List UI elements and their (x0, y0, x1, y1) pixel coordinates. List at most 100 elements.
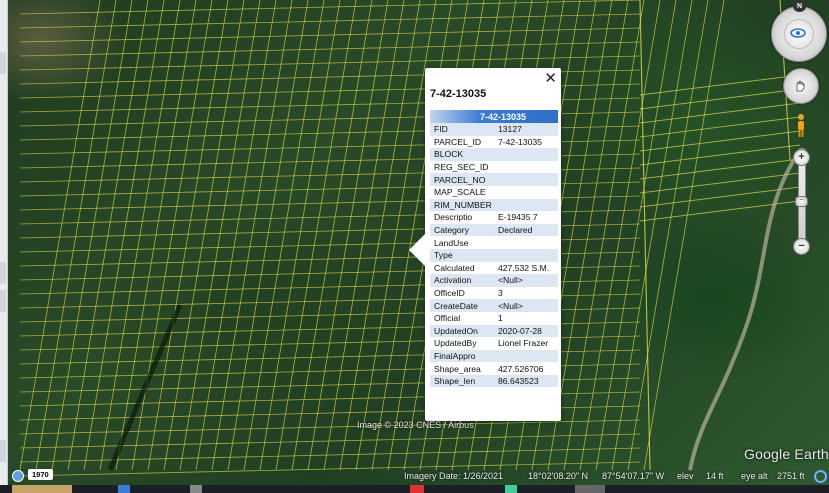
left-panel-edge[interactable] (0, 0, 8, 493)
field-value (494, 173, 558, 186)
parcel-boundary (179, 0, 261, 471)
field-value: 427.526706 (498, 363, 544, 374)
table-row: Type (430, 248, 558, 262)
parcel-boundary (643, 0, 725, 471)
taskbar-app[interactable] (575, 485, 605, 493)
popup-pointer (409, 234, 425, 266)
parcel-boundary (19, 419, 641, 435)
field-name: FID (430, 123, 494, 136)
field-value (494, 148, 558, 161)
field-name: RIM_NUMBER (430, 198, 494, 212)
field-name: REG_SEC_ID (434, 162, 489, 173)
parcel-boundary (323, 0, 405, 471)
imagery-date: Imagery Date: 1/26/2021 (404, 471, 504, 481)
table-row: Descriptio E-19435 7 (430, 211, 558, 224)
compass-control[interactable]: N (771, 1, 829, 62)
table-row: OfficeID 3 (430, 287, 558, 300)
taskbar (0, 485, 829, 493)
panel-tab-marker[interactable] (0, 440, 6, 462)
parcel-boundary (339, 0, 421, 471)
taskbar-app[interactable] (410, 485, 424, 493)
road (688, 148, 802, 471)
field-name: UpdatedBy (434, 338, 477, 349)
table-row: Activation <Null> (430, 274, 558, 287)
table-row: UpdatedBy Lionel Frazer (430, 337, 558, 350)
field-name: UpdatedOn (430, 324, 494, 338)
historical-year-badge[interactable]: 1970 (28, 469, 53, 480)
parcel-boundary (627, 0, 709, 471)
panel-tab-marker[interactable] (0, 290, 6, 312)
popup-title: 7-42-13035 (430, 88, 487, 100)
field-name: MAP_SCALE (434, 187, 486, 198)
parcel-boundary (19, 0, 101, 471)
parcel-boundary (19, 41, 641, 57)
longitude-readout: 87°54'07.17" W (602, 471, 665, 481)
table-row: PARCEL_ID 7-42-13035 (430, 136, 558, 149)
field-name: PARCEL_NO (430, 173, 494, 186)
historical-imagery-icon[interactable] (12, 470, 24, 482)
taskbar-app[interactable] (190, 485, 202, 493)
table-row: PARCEL_NO (430, 173, 558, 186)
table-row: BLOCK (430, 148, 558, 161)
table-row: UpdatedOn 2020-07-28 (430, 324, 558, 338)
field-name: FinalAppro (430, 349, 494, 363)
field-value (494, 236, 558, 249)
table-row: MAP_SCALE (430, 186, 558, 199)
field-value: E-19435 7 (498, 212, 538, 223)
field-name: LandUse (434, 237, 469, 248)
field-value (494, 349, 558, 363)
field-value: Declared (494, 223, 558, 237)
parcel-boundary (163, 0, 245, 471)
taskbar-app[interactable] (12, 485, 72, 493)
eye-icon (790, 28, 806, 38)
field-name: Descriptio (434, 212, 473, 223)
field-name: Shape_area (434, 363, 481, 374)
hand-icon (796, 79, 805, 92)
close-icon[interactable]: ✕ (544, 69, 557, 87)
parcel-boundary (639, 0, 651, 471)
panel-tab-marker[interactable] (0, 52, 6, 74)
north-button[interactable]: N (793, 1, 806, 12)
zoom-in-button[interactable]: + (793, 149, 810, 166)
zoom-out-button[interactable]: − (793, 238, 810, 255)
field-value: 3 (498, 288, 503, 299)
table-row: FID 13127 (430, 123, 558, 136)
field-value: <Null> (494, 299, 558, 312)
zoom-slider-handle[interactable]: − (795, 196, 808, 207)
attribute-table: 7-42-13035 FID 13127 PARCEL_ID 7-42-13035 BL… (430, 110, 558, 388)
table-row: Calculated 427.532 S.M. (430, 262, 558, 275)
field-name: BLOCK (430, 148, 494, 161)
elev-value: 14 ft (706, 471, 724, 481)
field-value: 427.532 S.M. (498, 262, 550, 273)
status-bar: 1970 Imagery Date: 1/26/2021 18°02'08.20… (0, 466, 829, 485)
field-name: Type (430, 248, 494, 262)
pegman-icon[interactable] (795, 113, 807, 139)
field-value: 86.643523 (494, 374, 558, 388)
field-name: Activation (430, 274, 494, 287)
google-earth-logo: Google Earth (744, 446, 829, 462)
field-value: Lionel Frazer (498, 338, 549, 349)
field-name: Shape_len (430, 374, 494, 388)
taskbar-app[interactable] (505, 485, 517, 493)
table-row: CreateDate <Null> (430, 299, 558, 312)
taskbar-app[interactable] (118, 485, 130, 493)
table-row: Shape_len 86.643523 (430, 374, 558, 388)
table-row: FinalAppro (430, 349, 558, 363)
panel-tab-marker[interactable] (0, 262, 6, 284)
table-row: RIM_NUMBER (430, 198, 558, 212)
parcel-boundary (35, 0, 117, 471)
field-value: 1 (498, 313, 503, 324)
table-row: Shape_area 427.526706 (430, 362, 558, 375)
field-name: PARCEL_ID (434, 136, 482, 147)
field-name: Category (430, 223, 494, 237)
field-value (494, 161, 558, 174)
field-value: 7-42-13035 (498, 136, 542, 147)
table-row: Category Declared (430, 223, 558, 237)
field-name: OfficeID (434, 288, 465, 299)
field-value: <Null> (494, 274, 558, 287)
parcel-boundary (195, 0, 277, 471)
field-value: 2020-07-28 (494, 324, 558, 338)
field-value (494, 186, 558, 199)
pan-control[interactable] (783, 68, 819, 104)
parcel-boundary (19, 27, 641, 43)
